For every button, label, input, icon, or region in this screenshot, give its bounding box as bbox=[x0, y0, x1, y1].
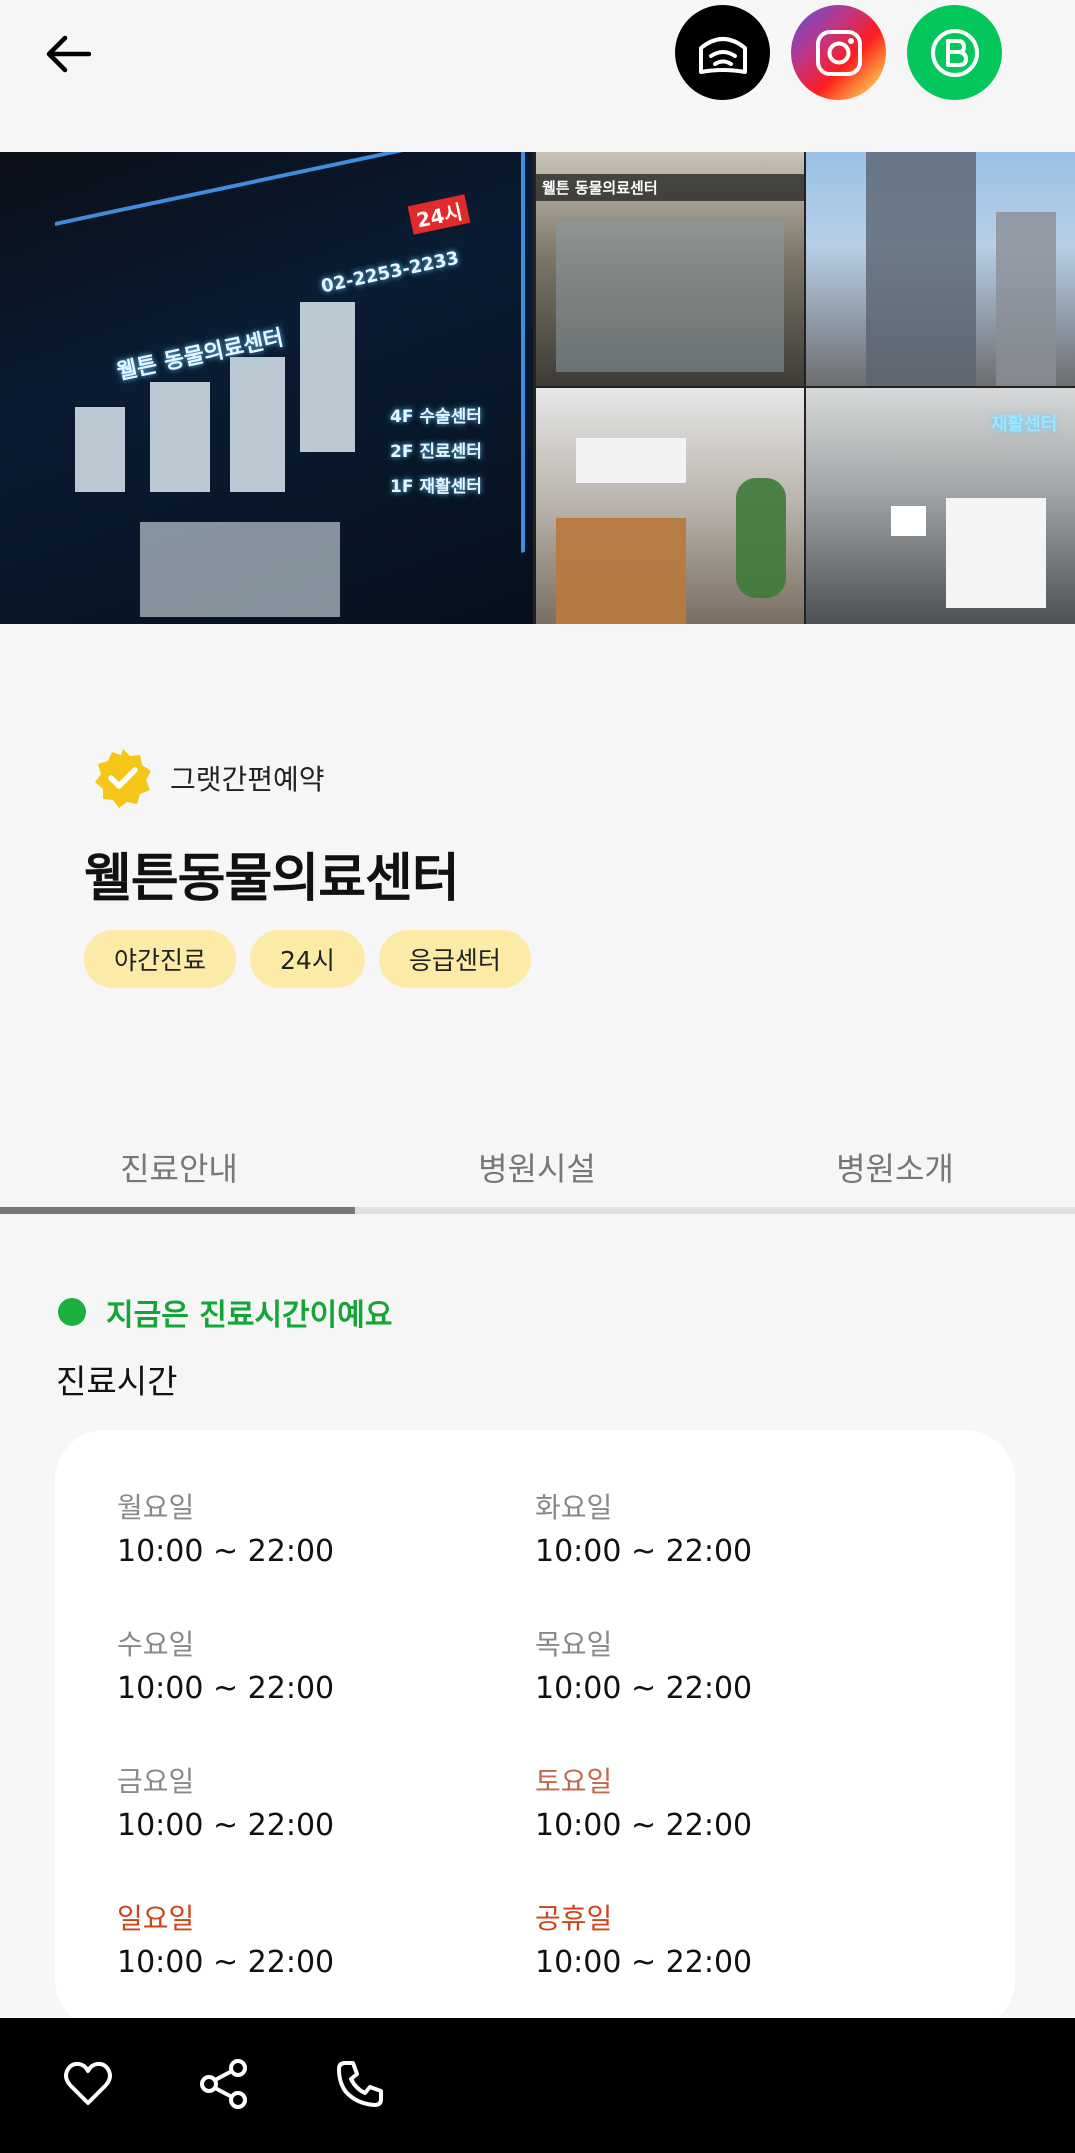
hours-title: 진료시간 bbox=[56, 1362, 178, 1401]
day-label: 토요일 bbox=[535, 1765, 613, 1798]
photo-gallery: 02-2253-2233 24시 웰튼 동물의료센터 4F 수술센터 2F 진료… bbox=[0, 152, 1075, 624]
back-button[interactable] bbox=[40, 26, 96, 82]
sign-floor-1: 1F 재활센터 bbox=[390, 477, 482, 497]
day-time: 10:00 ~ 22:00 bbox=[117, 1945, 335, 1980]
tag-list: 야간진료 24시 응급센터 bbox=[84, 930, 531, 988]
window bbox=[556, 222, 784, 372]
top-bar bbox=[0, 0, 1075, 152]
day-label: 목요일 bbox=[535, 1628, 613, 1661]
day-label: 화요일 bbox=[535, 1491, 613, 1524]
rehab-equipment bbox=[946, 498, 1046, 608]
status-text: 지금은 진료시간이예요 bbox=[106, 1298, 393, 1333]
home-link-button[interactable] bbox=[675, 5, 770, 100]
tag-night-care: 야간진료 bbox=[84, 930, 237, 988]
hours-monday: 월요일 10:00 ~ 22:00 bbox=[117, 1486, 334, 1569]
status-dot-icon bbox=[58, 1298, 86, 1326]
call-button[interactable] bbox=[328, 2052, 392, 2116]
tab-active-indicator bbox=[0, 1207, 355, 1214]
building bbox=[866, 152, 976, 386]
window bbox=[300, 302, 355, 452]
day-time: 10:00 ~ 22:00 bbox=[535, 1671, 753, 1706]
instagram-icon bbox=[815, 29, 862, 76]
day-label: 수요일 bbox=[117, 1628, 195, 1661]
window bbox=[75, 407, 125, 492]
day-label: 공휴일 bbox=[535, 1902, 613, 1935]
day-time: 10:00 ~ 22:00 bbox=[117, 1808, 335, 1843]
sign-floor-4: 4F 수술센터 bbox=[390, 407, 482, 427]
tab-introduction[interactable]: 병원소개 bbox=[716, 1144, 1074, 1190]
share-button[interactable] bbox=[192, 2052, 256, 2116]
tag-emergency: 응급센터 bbox=[378, 930, 531, 988]
bottom-action-bar bbox=[0, 2018, 1075, 2153]
day-time: 10:00 ~ 22:00 bbox=[535, 1534, 753, 1569]
day-time: 10:00 ~ 22:00 bbox=[117, 1671, 335, 1706]
badge-label: 그랫간편예약 bbox=[170, 763, 325, 796]
reception-desk bbox=[556, 518, 686, 624]
blog-link-button[interactable] bbox=[907, 5, 1002, 100]
day-label: 일요일 bbox=[117, 1902, 195, 1935]
tag-24h: 24시 bbox=[250, 930, 365, 988]
share-icon bbox=[200, 2059, 247, 2109]
plant bbox=[736, 478, 786, 598]
main-building-photo[interactable]: 02-2253-2233 24시 웰튼 동물의료센터 4F 수술센터 2F 진료… bbox=[0, 152, 533, 624]
heart-icon bbox=[64, 2061, 112, 2105]
day-time: 10:00 ~ 22:00 bbox=[535, 1945, 753, 1980]
tab-care-info[interactable]: 진료안내 bbox=[0, 1144, 358, 1190]
reception-photo[interactable] bbox=[536, 388, 804, 624]
reception-sign bbox=[576, 438, 686, 483]
day-label: 금요일 bbox=[117, 1765, 195, 1798]
facade-photo[interactable]: 웰튼 동물의료센터 bbox=[536, 152, 804, 386]
easy-booking-badge: 그랫간편예약 bbox=[92, 747, 325, 809]
window bbox=[230, 357, 285, 492]
window bbox=[140, 522, 340, 617]
rehab-machine bbox=[891, 506, 926, 536]
favorite-button[interactable] bbox=[56, 2052, 120, 2116]
home-icon bbox=[698, 36, 747, 74]
rehab-sign: 재활센터 bbox=[991, 414, 1058, 435]
street-photo[interactable] bbox=[806, 152, 1075, 386]
window bbox=[150, 382, 210, 492]
rehab-center-photo[interactable]: 재활센터 bbox=[806, 388, 1075, 624]
hours-holiday: 공휴일 10:00 ~ 22:00 bbox=[535, 1897, 752, 1980]
sign-floor-2: 2F 진료센터 bbox=[390, 442, 482, 462]
naver-blog-icon bbox=[930, 28, 979, 77]
hours-friday: 금요일 10:00 ~ 22:00 bbox=[117, 1760, 334, 1843]
hours-saturday: 토요일 10:00 ~ 22:00 bbox=[535, 1760, 752, 1843]
hours-thursday: 목요일 10:00 ~ 22:00 bbox=[535, 1623, 752, 1706]
day-time: 10:00 ~ 22:00 bbox=[117, 1534, 335, 1569]
phone-icon bbox=[337, 2061, 383, 2107]
arrow-left-icon bbox=[46, 35, 91, 73]
hours-tuesday: 화요일 10:00 ~ 22:00 bbox=[535, 1486, 752, 1569]
instagram-link-button[interactable] bbox=[791, 5, 886, 100]
tab-facilities[interactable]: 병원시설 bbox=[358, 1144, 716, 1190]
hospital-name: 웰튼동물의료센터 bbox=[84, 849, 460, 909]
tab-bar: 진료안내 병원시설 병원소개 bbox=[0, 1130, 1075, 1214]
day-label: 월요일 bbox=[117, 1491, 195, 1524]
hours-card: 월요일 10:00 ~ 22:00 화요일 10:00 ~ 22:00 수요일 … bbox=[55, 1430, 1015, 2030]
hours-wednesday: 수요일 10:00 ~ 22:00 bbox=[117, 1623, 334, 1706]
verified-badge-icon bbox=[95, 749, 151, 808]
open-status: 지금은 진료시간이예요 bbox=[58, 1290, 392, 1334]
building bbox=[996, 212, 1056, 386]
hours-sunday: 일요일 10:00 ~ 22:00 bbox=[117, 1897, 334, 1980]
day-time: 10:00 ~ 22:00 bbox=[535, 1808, 753, 1843]
facade-sign: 웰튼 동물의료센터 bbox=[536, 174, 804, 201]
